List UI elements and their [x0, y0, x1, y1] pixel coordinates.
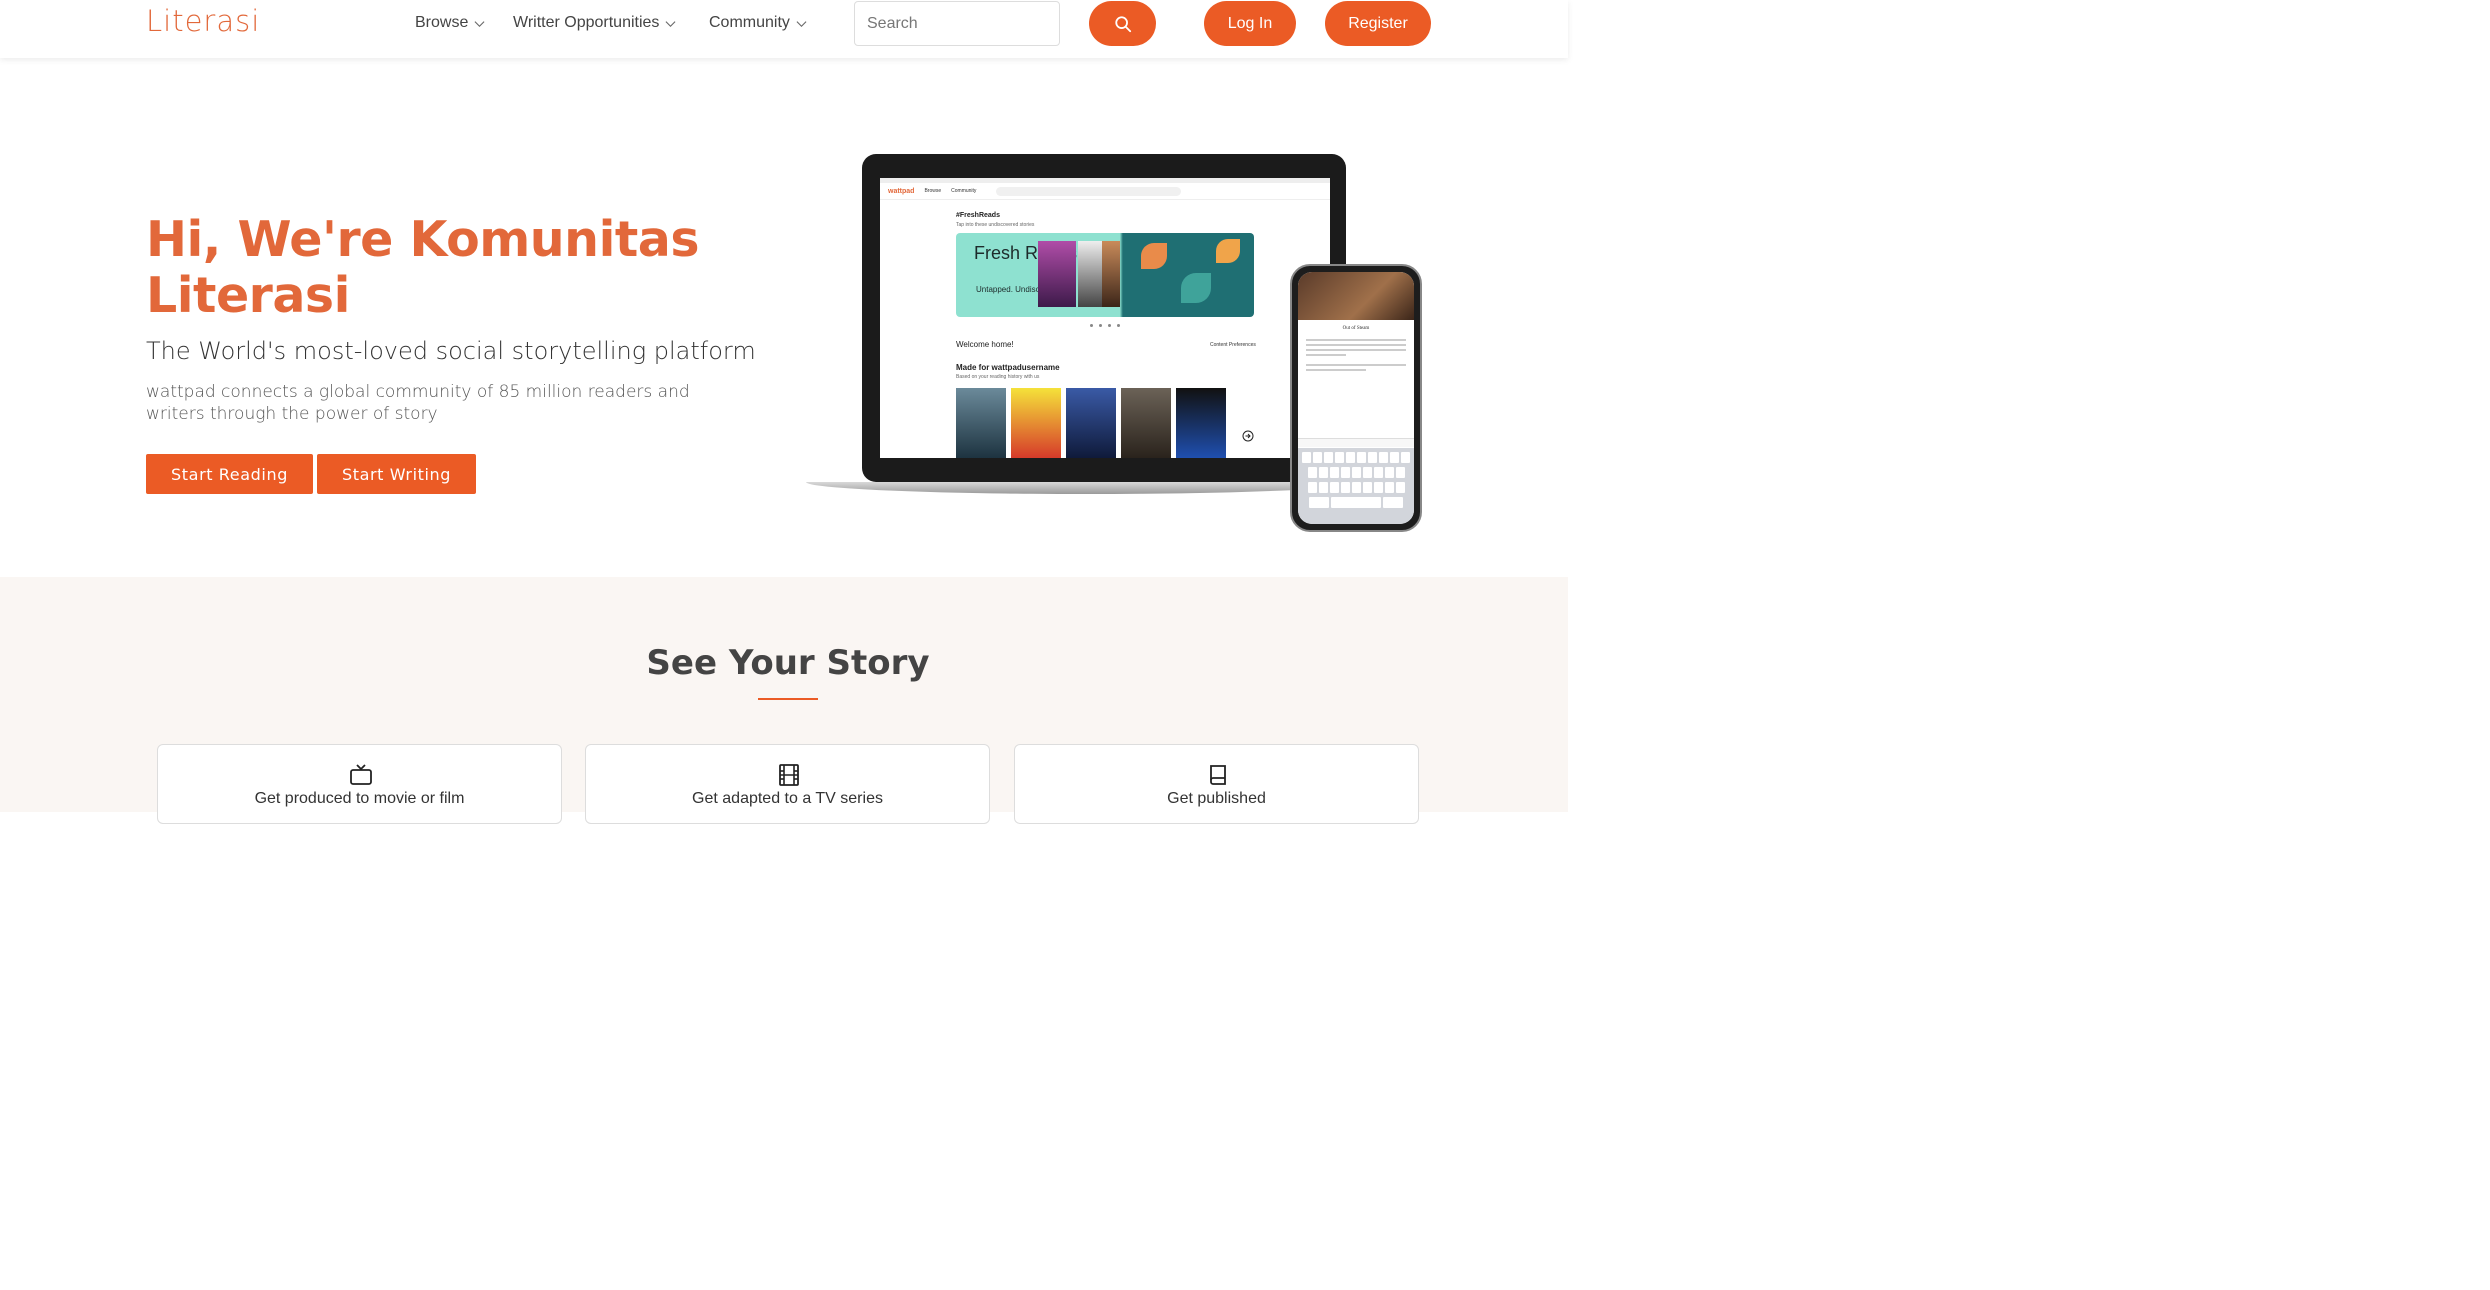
leaf-decoration — [1181, 273, 1211, 303]
chevron-down-icon — [796, 20, 807, 27]
story-card-tv-series: Get adapted to a TV series — [585, 744, 990, 824]
nav-community[interactable]: Community — [709, 14, 807, 32]
search-button[interactable] — [1089, 1, 1156, 46]
nav-writer-opportunities-label: Writter Opportunities — [513, 14, 660, 31]
screen-welcome: Welcome home! — [956, 340, 1014, 349]
search-icon — [1114, 15, 1131, 32]
screen-nav-browse: Browse — [924, 188, 942, 194]
top-navbar: Literasi Browse Writter Opportunities Co… — [0, 0, 1568, 58]
story-section-title: See Your Story — [646, 643, 930, 683]
nav-browse-label: Browse — [415, 14, 469, 31]
book-cover — [1176, 388, 1226, 458]
tv-icon — [350, 764, 372, 785]
start-reading-button[interactable]: Start Reading — [146, 454, 313, 494]
phone-screen: Out of Steam — [1298, 272, 1414, 524]
leaf-decoration — [1141, 243, 1167, 269]
book-cover — [1102, 241, 1120, 307]
screen-search-bar — [996, 186, 1182, 196]
screen-nav: wattpad Browse Community — [880, 183, 1330, 200]
screen-made-for: Made for wattpadusername — [956, 363, 1060, 372]
nav-browse[interactable]: Browse — [415, 14, 485, 32]
phone-toolbar — [1298, 438, 1414, 447]
book-cover — [956, 388, 1006, 458]
story-card-label: Get published — [1167, 790, 1266, 807]
see-your-story-section: See Your Story Get produced to movie or … — [0, 577, 1568, 824]
laptop-screen: wattpad Browse Community #FreshReads Tap… — [880, 178, 1330, 458]
brand-logo[interactable]: Literasi — [146, 4, 260, 38]
search-input[interactable] — [854, 1, 1060, 46]
book-cover — [1038, 241, 1076, 307]
story-card-movie: Get produced to movie or film — [157, 744, 562, 824]
nav-writer-opportunities[interactable]: Writter Opportunities — [513, 14, 676, 32]
start-writing-button[interactable]: Start Writing — [317, 454, 476, 494]
chevron-down-icon — [474, 20, 485, 27]
phone-mockup-image: Out of Steam — [1290, 264, 1422, 532]
hero-subtitle: The World's most-loved social storytelli… — [146, 337, 756, 365]
laptop-base — [806, 482, 1366, 494]
leaf-decoration — [1216, 239, 1240, 263]
phone-header-image — [1298, 272, 1414, 320]
arrow-right-icon — [1242, 430, 1254, 442]
screen-fresh-tag: #FreshReads — [956, 212, 1000, 219]
carousel-dots — [1090, 324, 1120, 327]
phone-keyboard — [1298, 448, 1414, 524]
story-card-label: Get produced to movie or film — [254, 790, 465, 807]
phone-text-lines — [1298, 339, 1414, 371]
screen-made-for-sub: Based on your reading history with us — [956, 374, 1040, 380]
fresh-reads-banner: Fresh Reads Untapped. Undiscovered. — [956, 233, 1254, 317]
book-cover — [1121, 388, 1171, 458]
login-button[interactable]: Log In — [1204, 1, 1296, 46]
laptop-mockup-image: wattpad Browse Community #FreshReads Tap… — [806, 154, 1366, 496]
screen-content-preferences: Content Preferences — [1210, 342, 1256, 348]
hero-description: wattpad connects a global community of 8… — [146, 382, 690, 424]
phone-story-title: Out of Steam — [1342, 326, 1370, 331]
screen-fresh-sub: Tap into these undiscovered stories — [956, 222, 1035, 228]
register-button[interactable]: Register — [1325, 1, 1431, 46]
book-icon — [1210, 765, 1226, 785]
book-cover — [1066, 388, 1116, 458]
film-icon — [779, 764, 799, 786]
screen-nav-community: Community — [951, 188, 977, 194]
hero-title: Hi, We're Komunitas Literasi — [146, 211, 700, 324]
laptop-lid: wattpad Browse Community #FreshReads Tap… — [862, 154, 1346, 482]
book-cover — [1011, 388, 1061, 458]
screen-logo: wattpad — [888, 187, 915, 195]
chevron-down-icon — [665, 20, 676, 27]
title-underline-divider — [758, 698, 818, 700]
story-card-published: Get published — [1014, 744, 1419, 824]
nav-community-label: Community — [709, 14, 790, 31]
story-card-label: Get adapted to a TV series — [692, 790, 883, 807]
